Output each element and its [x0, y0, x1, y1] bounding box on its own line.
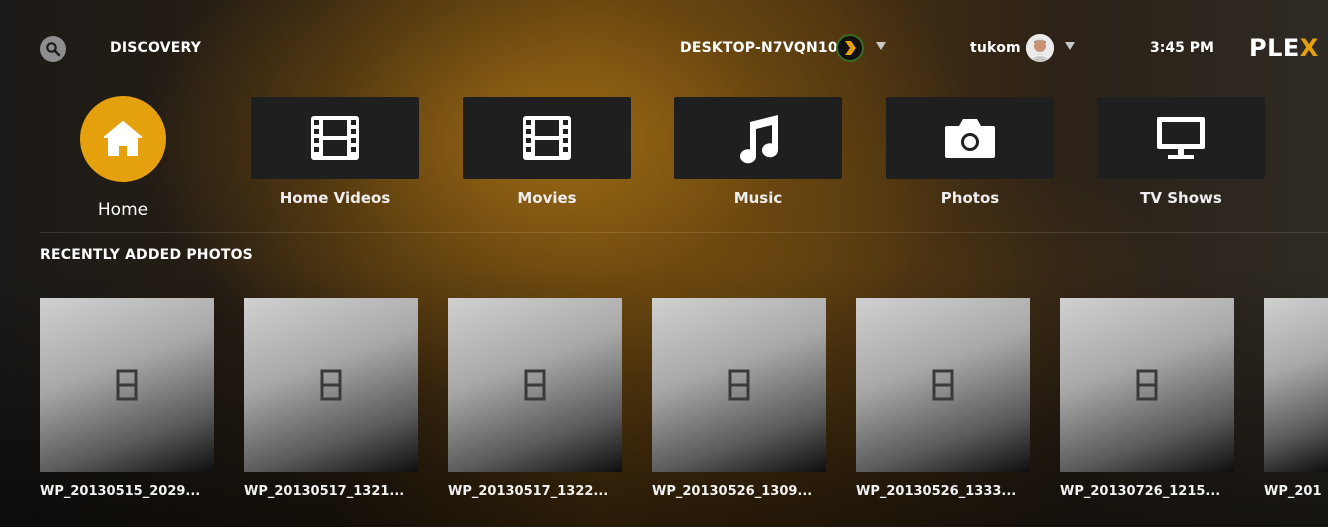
- library-label: Movies: [517, 189, 577, 207]
- photo-label: WP_20130526_1333...: [856, 484, 1017, 499]
- photo-label: WP_20130517_1321...: [244, 484, 405, 499]
- home-icon: [104, 121, 142, 156]
- photo-thumbnail[interactable]: [856, 298, 1030, 472]
- photo-item[interactable]: WP_20130726_1215...: [1060, 298, 1234, 499]
- library-tv-shows[interactable]: TV Shows: [1097, 97, 1265, 207]
- photo-thumbnail[interactable]: [40, 298, 214, 472]
- library-tile[interactable]: [886, 97, 1054, 179]
- photo-thumbnail[interactable]: [448, 298, 622, 472]
- camera-icon: [945, 119, 995, 158]
- library-label: Home Videos: [279, 189, 391, 207]
- photo-thumbnail[interactable]: [652, 298, 826, 472]
- library-label: Music: [733, 189, 783, 207]
- photo-item[interactable]: WP_20130515_2029...: [40, 298, 214, 499]
- photo-label: WP_201: [1264, 484, 1322, 499]
- library-tile[interactable]: [674, 97, 842, 179]
- photo-placeholder-icon: [932, 369, 954, 401]
- home-button[interactable]: [80, 96, 166, 182]
- photo-label: WP_20130526_1309...: [652, 484, 813, 499]
- music-note-icon: [740, 115, 779, 164]
- avatar[interactable]: [1026, 34, 1054, 62]
- photo-placeholder-icon: [116, 369, 138, 401]
- photo-item[interactable]: WP_20130526_1333...: [856, 298, 1030, 499]
- clock: 3:45 PM: [1150, 40, 1214, 56]
- photo-placeholder-icon: [320, 369, 342, 401]
- home-label: Home: [97, 200, 149, 220]
- search-icon[interactable]: [40, 36, 66, 62]
- server-dropdown-icon[interactable]: [876, 42, 886, 50]
- photo-item[interactable]: WP_20130526_1309...: [652, 298, 826, 499]
- section-title: RECENTLY ADDED PHOTOS: [40, 247, 253, 263]
- library-photos[interactable]: Photos: [886, 97, 1054, 207]
- photo-thumbnail[interactable]: [1264, 298, 1328, 472]
- photo-placeholder-icon: [728, 369, 750, 401]
- photo-placeholder-icon: [1136, 369, 1158, 401]
- photo-thumbnail[interactable]: [1060, 298, 1234, 472]
- photo-label: WP_20130517_1322...: [448, 484, 609, 499]
- user-menu[interactable]: tukom: [970, 40, 1021, 56]
- discovery-button[interactable]: DISCOVERY: [110, 40, 201, 56]
- photo-thumbnail[interactable]: [244, 298, 418, 472]
- server-selector[interactable]: DESKTOP-N7VQN10: [680, 40, 838, 56]
- user-dropdown-icon[interactable]: [1065, 42, 1075, 50]
- library-label: Photos: [940, 189, 1000, 207]
- photo-placeholder-icon: [524, 369, 546, 401]
- film-icon: [311, 116, 359, 160]
- library-tile[interactable]: [1097, 97, 1265, 179]
- photo-item[interactable]: WP_201: [1264, 298, 1328, 499]
- photo-item[interactable]: WP_20130517_1321...: [244, 298, 418, 499]
- library-home-videos[interactable]: Home Videos: [251, 97, 419, 207]
- library-movies[interactable]: Movies: [463, 97, 631, 207]
- plex-server-icon: [836, 34, 864, 62]
- divider: [40, 232, 1328, 233]
- logo-text: PLE: [1249, 34, 1300, 62]
- film-icon: [523, 116, 571, 160]
- tv-icon: [1157, 117, 1205, 159]
- library-label: TV Shows: [1140, 189, 1222, 207]
- plex-logo: PLEX: [1249, 34, 1319, 62]
- photo-item[interactable]: WP_20130517_1322...: [448, 298, 622, 499]
- library-tile[interactable]: [251, 97, 419, 179]
- logo-accent: X: [1299, 34, 1319, 62]
- photo-label: WP_20130515_2029...: [40, 484, 201, 499]
- top-bar: DISCOVERY DESKTOP-N7VQN10 tukom 3:45 PM …: [0, 30, 1328, 66]
- library-music[interactable]: Music: [674, 97, 842, 207]
- library-tile[interactable]: [463, 97, 631, 179]
- photo-label: WP_20130726_1215...: [1060, 484, 1221, 499]
